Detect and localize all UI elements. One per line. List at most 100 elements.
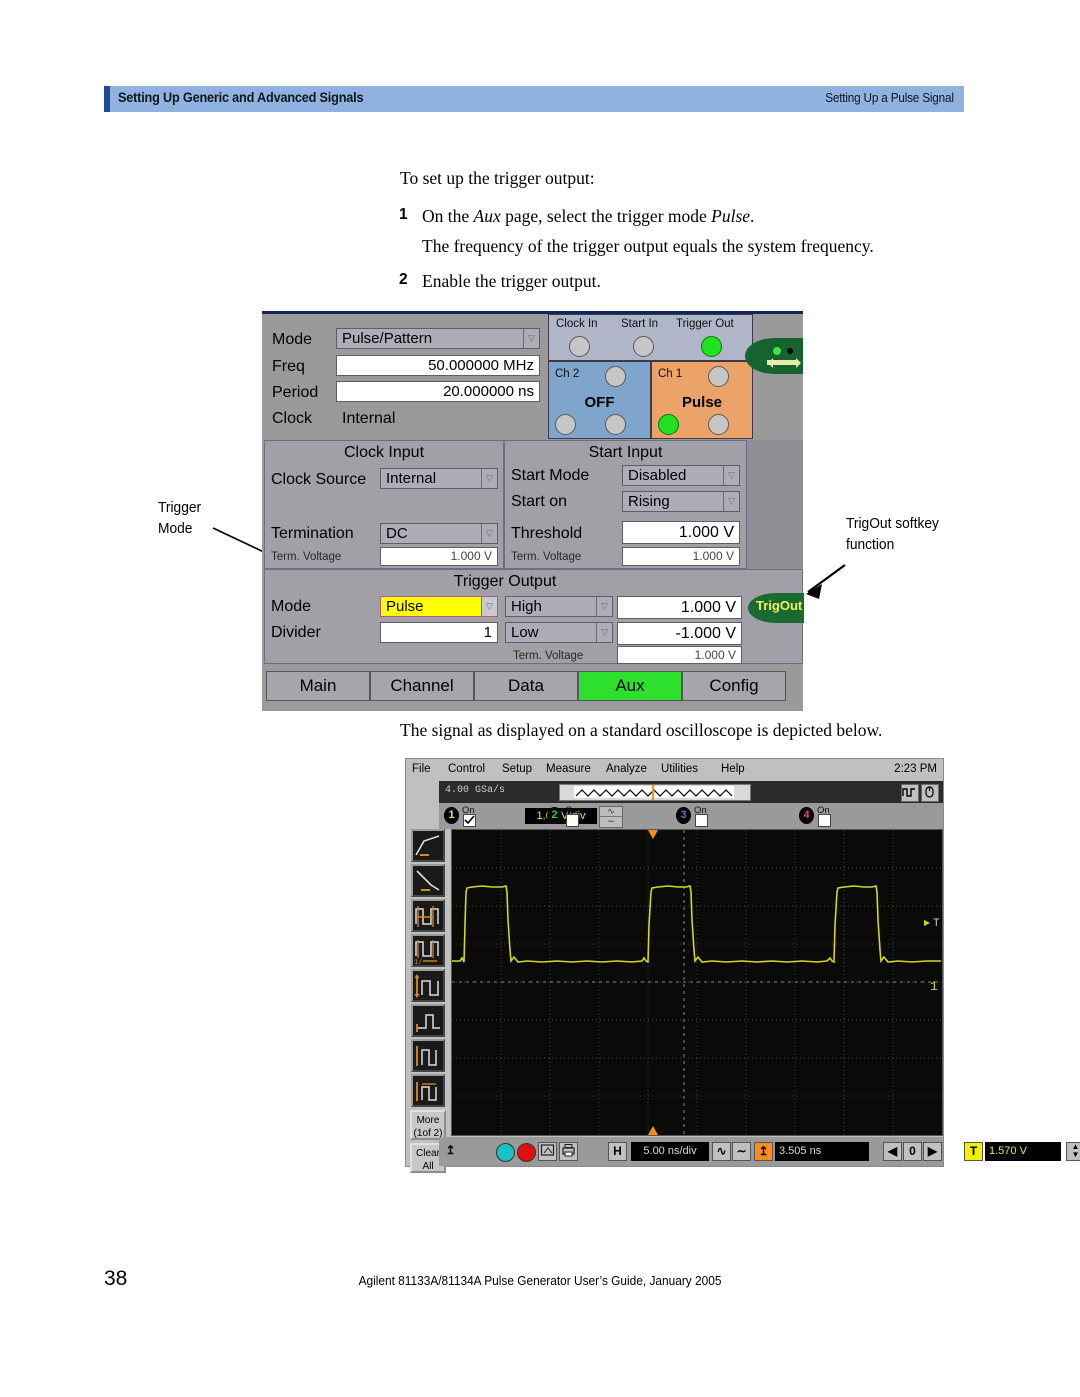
termination-select[interactable]: DC ▽	[380, 523, 498, 544]
stop-indicator[interactable]	[517, 1143, 536, 1162]
channel-2-checkbox[interactable]	[566, 814, 579, 827]
mode-select[interactable]: Pulse/Pattern ▽	[336, 328, 540, 349]
waveform-display[interactable]: T 1	[451, 829, 943, 1136]
chevron-down-icon[interactable]: ▽	[596, 597, 612, 616]
tab-data[interactable]: Data	[474, 671, 578, 701]
menu-file[interactable]: File	[412, 763, 431, 775]
base-measure-icon[interactable]	[411, 1004, 445, 1037]
menu-utilities[interactable]: Utilities	[661, 763, 698, 775]
period-measure-icon[interactable]	[411, 899, 445, 932]
menu-measure[interactable]: Measure	[546, 763, 591, 775]
up-arrow-icon-left[interactable]: ↥	[441, 1142, 460, 1161]
delay-value[interactable]: 3.505 ns	[775, 1142, 869, 1161]
channel-2-panel[interactable]: Ch 2 OFF	[548, 361, 651, 439]
page-tab-bar[interactable]: Main Channel Data Aux Config	[264, 671, 803, 703]
horizontal-icon[interactable]: H	[608, 1142, 627, 1161]
run-indicator[interactable]	[496, 1143, 515, 1162]
channel-3-checkbox[interactable]	[695, 814, 708, 827]
waveform-overview-map[interactable]	[559, 784, 751, 801]
delay-marker-icon[interactable]: ↥	[754, 1142, 773, 1161]
pulse-icon-button[interactable]	[901, 784, 919, 802]
delay-decrement-button[interactable]: ◀	[883, 1142, 902, 1161]
ch2-connector-top[interactable]	[605, 366, 626, 387]
rise-slope-icon	[415, 835, 440, 856]
ch1-label: Ch 1	[658, 368, 683, 380]
oscilloscope-window[interactable]: File Control Setup Measure Analyze Utili…	[405, 758, 1080, 1173]
channel-2-badge[interactable]: 2	[547, 807, 562, 824]
ch2-connector-bottom-right[interactable]	[605, 414, 626, 435]
menu-setup[interactable]: Setup	[502, 763, 532, 775]
scope-status-bar[interactable]: ↥ H 5.00 ns/div ∿ ∼ ↥ 3.505 ns ◀ 0 ▶ T 1…	[439, 1137, 1080, 1166]
chevron-down-icon[interactable]: ▽	[523, 329, 539, 348]
chevron-down-icon[interactable]: ▽	[596, 623, 612, 642]
start-term-voltage-input[interactable]: 1.000 V	[622, 547, 740, 566]
channel-4-badge[interactable]: 4	[799, 807, 814, 824]
save-screen-button[interactable]	[538, 1142, 557, 1161]
chevron-down-icon[interactable]: ▽	[481, 597, 497, 616]
divider-input[interactable]: 1	[380, 622, 498, 643]
top-measure-icon[interactable]	[411, 1039, 445, 1072]
channel-1-badge[interactable]: 1	[444, 807, 459, 824]
timebase-fine-icon[interactable]: ∿	[712, 1142, 731, 1161]
clock-in-connector[interactable]	[569, 336, 590, 357]
overview-cursor[interactable]	[652, 785, 654, 800]
rise-time-measure-icon[interactable]	[411, 829, 445, 862]
tab-config[interactable]: Config	[682, 671, 786, 701]
ch1-connector-top[interactable]	[708, 366, 729, 387]
timebase-coarse-icon[interactable]: ∼	[732, 1142, 751, 1161]
delay-steps-value[interactable]: 0	[903, 1142, 922, 1161]
mouse-icon-button[interactable]	[921, 784, 939, 802]
low-select[interactable]: Low ▽	[505, 622, 613, 643]
trigger-level-value[interactable]: 1.570 V	[985, 1142, 1061, 1161]
frequency-measure-icon[interactable]: 1/	[411, 934, 445, 967]
chevron-down-icon[interactable]: ▽	[723, 492, 739, 511]
channel-3-badge[interactable]: 3	[676, 807, 691, 824]
chevron-down-icon[interactable]: ▽	[723, 466, 739, 485]
ch1-connector-bottom-right[interactable]	[708, 414, 729, 435]
clock-source-select[interactable]: Internal ▽	[380, 468, 498, 489]
menu-help[interactable]: Help	[721, 763, 745, 775]
trig-mode-select[interactable]: Pulse ▽	[380, 596, 498, 617]
overshoot-measure-icon[interactable]	[411, 1074, 445, 1107]
channel-1-panel[interactable]: Ch 1 Pulse	[651, 361, 753, 439]
pulse-generator-screen[interactable]: Mode Pulse/Pattern ▽ Freq 50.000000 MHz …	[262, 311, 803, 711]
tab-aux[interactable]: Aux	[578, 671, 682, 701]
threshold-input[interactable]: 1.000 V	[622, 521, 740, 544]
chevron-down-icon[interactable]: ▽	[481, 524, 497, 543]
ch1-connector-bottom-left-active[interactable]	[658, 414, 679, 435]
channel-control-bar[interactable]: 1 On 1.00 V/div ∿ ∼ 2 On 3 On 4 On	[439, 803, 943, 829]
fall-time-measure-icon[interactable]	[411, 864, 445, 897]
menu-analyze[interactable]: Analyze	[606, 763, 647, 775]
high-select[interactable]: High ▽	[505, 596, 613, 617]
amplitude-measure-icon[interactable]	[411, 969, 445, 1002]
period-input[interactable]: 20.000000 ns	[336, 381, 540, 402]
start-on-select[interactable]: Rising ▽	[622, 491, 740, 512]
channel-1-coupling-button[interactable]: ∿ ∼	[599, 806, 623, 828]
scope-menu-bar[interactable]: File Control Setup Measure Analyze Utili…	[406, 759, 943, 781]
print-button[interactable]	[559, 1142, 578, 1161]
menu-control[interactable]: Control	[448, 763, 485, 775]
clock-term-voltage-input[interactable]: 1.000 V	[380, 547, 498, 566]
tab-main[interactable]: Main	[266, 671, 370, 701]
chevron-down-icon[interactable]: ▽	[481, 469, 497, 488]
trigger-out-connector-active[interactable]	[701, 336, 722, 357]
channel-1-checkbox[interactable]	[463, 814, 476, 827]
high-value-input[interactable]: 1.000 V	[617, 596, 742, 619]
freq-input[interactable]: 50.000000 MHz	[336, 355, 540, 376]
trigout-softkey-badge[interactable]: TrigOut	[748, 593, 804, 623]
delay-increment-button[interactable]: ▶	[923, 1142, 942, 1161]
trigger-level-stepper[interactable]: ▲ ▼	[1066, 1142, 1080, 1161]
low-value-input[interactable]: -1.000 V	[617, 622, 742, 645]
step-1-number: 1	[399, 206, 408, 223]
more-measurements-button[interactable]: More (1of 2)	[410, 1110, 446, 1140]
start-mode-select[interactable]: Disabled ▽	[622, 465, 740, 486]
channel-4-checkbox[interactable]	[818, 814, 831, 827]
measurement-toolbar[interactable]: 1/ More (1of 2) Clear All	[407, 829, 449, 1173]
ch2-connector-bottom-left[interactable]	[555, 414, 576, 435]
timebase-value[interactable]: 5.00 ns/div	[631, 1142, 709, 1161]
start-in-connector[interactable]	[633, 336, 654, 357]
tab-channel[interactable]: Channel	[370, 671, 474, 701]
trigger-icon[interactable]: T	[964, 1142, 983, 1161]
trig-term-voltage-input[interactable]: 1.000 V	[617, 646, 742, 664]
freq-label: Freq	[272, 358, 305, 375]
